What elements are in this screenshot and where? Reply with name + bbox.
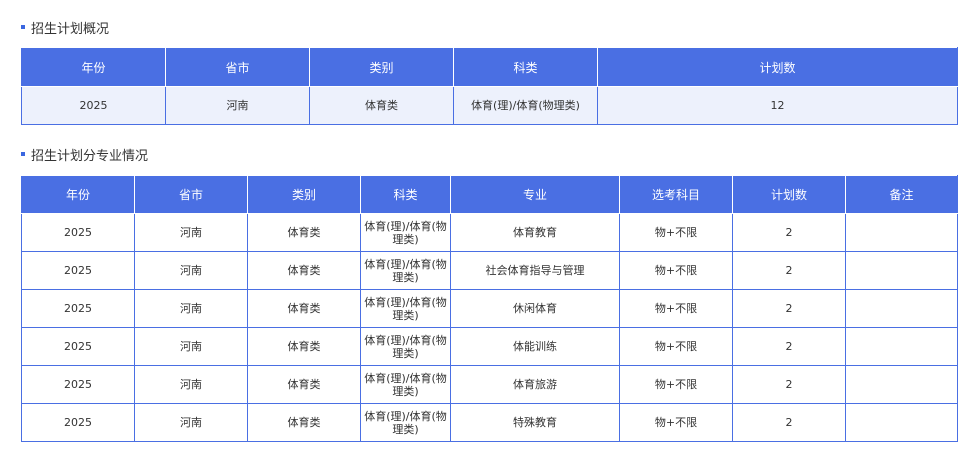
cell-remarks [845,251,958,290]
header-major: 专业 [450,175,620,214]
cell-remarks [845,213,958,252]
cell-plan-count: 12 [597,86,958,125]
header-province: 省市 [134,175,248,214]
cell-major: 休闲体育 [450,289,620,328]
table-row: 2025 河南 体育类 体育(理)/体育(物理类) 体能训练 物+不限 2 [21,327,958,366]
cell-province: 河南 [134,365,248,404]
cell-year: 2025 [21,403,135,442]
cell-elective-subjects: 物+不限 [619,365,733,404]
cell-elective-subjects: 物+不限 [619,289,733,328]
cell-category: 体育类 [247,289,361,328]
header-elective-subjects: 选考科目 [619,175,733,214]
cell-category: 体育类 [309,86,454,125]
cell-province: 河南 [134,289,248,328]
majors-header-row: 年份 省市 类别 科类 专业 选考科目 计划数 备注 [21,175,958,214]
overview-title-text: 招生计划概况 [31,21,110,37]
cell-elective-subjects: 物+不限 [619,251,733,290]
cell-plan-count: 2 [732,403,846,442]
cell-subject-type: 体育(理)/体育(物理类) [360,365,451,404]
header-province: 省市 [165,47,310,87]
majors-table-body: 2025 河南 体育类 体育(理)/体育(物理类) 体育教育 物+不限 2 2025 河南 体育类… [21,213,958,442]
cell-category: 体育类 [247,365,361,404]
cell-elective-subjects: 物+不限 [619,327,733,366]
table-row: 2025 河南 体育类 体育(理)/体育(物理类) 特殊教育 物+不限 2 [21,403,958,442]
table-row: 2025 河南 体育类 体育(理)/体育(物理类) 体育旅游 物+不限 2 [21,365,958,404]
header-plan-count: 计划数 [732,175,846,214]
cell-category: 体育类 [247,213,361,252]
cell-province: 河南 [134,403,248,442]
cell-elective-subjects: 物+不限 [619,403,733,442]
majors-table: 年份 省市 类别 科类 专业 选考科目 计划数 备注 2025 河南 体育类 体育(理… [21,175,958,442]
section-bullet-icon [21,152,25,156]
table-row: 2025 河南 体育类 体育(理)/体育(物理类) 体育教育 物+不限 2 [21,213,958,252]
cell-elective-subjects: 物+不限 [619,213,733,252]
table-row: 2025 河南 体育类 体育(理)/体育(物理类) 12 [21,86,958,125]
header-category: 类别 [247,175,361,214]
cell-subject-type: 体育(理)/体育(物理类) [360,289,451,328]
header-plan-count: 计划数 [597,47,958,87]
cell-plan-count: 2 [732,251,846,290]
cell-category: 体育类 [247,403,361,442]
cell-province: 河南 [134,327,248,366]
cell-major: 社会体育指导与管理 [450,251,620,290]
cell-plan-count: 2 [732,365,846,404]
cell-remarks [845,403,958,442]
cell-subject-type: 体育(理)/体育(物理类) [360,327,451,366]
cell-year: 2025 [21,327,135,366]
cell-year: 2025 [21,251,135,290]
cell-remarks [845,365,958,404]
header-subject-type: 科类 [360,175,451,214]
header-subject-type: 科类 [453,47,598,87]
cell-subject-type: 体育(理)/体育(物理类) [360,213,451,252]
cell-major: 特殊教育 [450,403,620,442]
cell-province: 河南 [165,86,310,125]
cell-year: 2025 [21,213,135,252]
cell-year: 2025 [21,289,135,328]
cell-plan-count: 2 [732,213,846,252]
cell-major: 体能训练 [450,327,620,366]
header-remarks: 备注 [845,175,958,214]
majors-title-text: 招生计划分专业情况 [31,148,149,164]
cell-subject-type: 体育(理)/体育(物理类) [453,86,598,125]
header-category: 类别 [309,47,454,87]
cell-province: 河南 [134,251,248,290]
cell-subject-type: 体育(理)/体育(物理类) [360,251,451,290]
cell-remarks [845,327,958,366]
cell-major: 体育教育 [450,213,620,252]
cell-province: 河南 [134,213,248,252]
cell-plan-count: 2 [732,327,846,366]
table-row: 2025 河南 体育类 体育(理)/体育(物理类) 社会体育指导与管理 物+不限 2 [21,251,958,290]
cell-major: 体育旅游 [450,365,620,404]
cell-plan-count: 2 [732,289,846,328]
cell-year: 2025 [21,86,166,125]
overview-header-row: 年份 省市 类别 科类 计划数 [21,47,958,87]
cell-category: 体育类 [247,251,361,290]
overview-section-title: 招生计划概况 [21,17,109,37]
overview-table: 年份 省市 类别 科类 计划数 2025 河南 体育类 体育(理)/体育(物理类… [21,47,958,125]
cell-category: 体育类 [247,327,361,366]
section-bullet-icon [21,25,25,29]
cell-remarks [845,289,958,328]
header-year: 年份 [21,47,166,87]
majors-section-title: 招生计划分专业情况 [21,144,148,164]
page: 招生计划概况 年份 省市 类别 科类 计划数 2025 河南 体育类 体育(理) [0,0,975,458]
header-year: 年份 [21,175,135,214]
cell-year: 2025 [21,365,135,404]
cell-subject-type: 体育(理)/体育(物理类) [360,403,451,442]
table-row: 2025 河南 体育类 体育(理)/体育(物理类) 休闲体育 物+不限 2 [21,289,958,328]
